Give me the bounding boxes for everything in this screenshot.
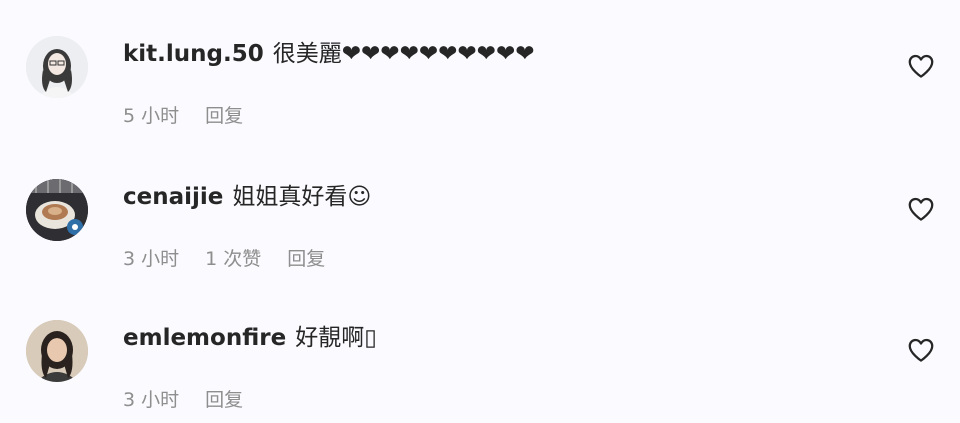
avatar-woman-light-icon bbox=[26, 36, 88, 98]
comment-meta: 5 小时 回复 bbox=[123, 104, 269, 128]
comment-text: 姐姐真好看☺ bbox=[232, 184, 372, 210]
heart-icon bbox=[908, 338, 934, 362]
like-button[interactable] bbox=[906, 51, 936, 81]
reply-button[interactable]: 回复 bbox=[205, 389, 243, 411]
avatar-woman-dark-icon bbox=[26, 320, 88, 382]
reply-button[interactable]: 回复 bbox=[205, 105, 243, 127]
comment-list: kit.lung.50 很美麗❤❤❤❤❤❤❤❤❤❤ 5 小时 回复 cenaij… bbox=[0, 0, 960, 423]
comment-username[interactable]: cenaijie bbox=[123, 184, 223, 210]
comment-meta: 3 小时 回复 bbox=[123, 388, 269, 412]
comment-time: 3 小时 bbox=[123, 389, 180, 411]
comment-line: kit.lung.50 很美麗❤❤❤❤❤❤❤❤❤❤ bbox=[123, 40, 534, 68]
heart-icon bbox=[908, 54, 934, 78]
comment-item: kit.lung.50 很美麗❤❤❤❤❤❤❤❤❤❤ 5 小时 回复 bbox=[0, 0, 960, 127]
avatar[interactable] bbox=[26, 320, 88, 382]
comment-line: emlemonfire 好靚啊▯ bbox=[123, 324, 377, 352]
comment-item: cenaijie 姐姐真好看☺ 3 小时 1 次赞 回复 bbox=[0, 143, 960, 270]
comment-time: 5 小时 bbox=[123, 105, 180, 127]
comment-username[interactable]: kit.lung.50 bbox=[123, 41, 264, 67]
comment-item: emlemonfire 好靚啊▯ 3 小时 回复 bbox=[0, 284, 960, 423]
comment-time: 3 小时 bbox=[123, 248, 180, 270]
like-button[interactable] bbox=[906, 335, 936, 365]
comment-meta: 3 小时 1 次赞 回复 bbox=[123, 247, 351, 271]
comment-text: 好靚啊▯ bbox=[295, 325, 377, 351]
avatar[interactable] bbox=[26, 36, 88, 98]
comment-username[interactable]: emlemonfire bbox=[123, 325, 286, 351]
avatar-coffee-cup-icon bbox=[26, 179, 88, 241]
heart-icon bbox=[908, 197, 934, 221]
comment-likes-count[interactable]: 1 次赞 bbox=[205, 248, 261, 270]
comment-line: cenaijie 姐姐真好看☺ bbox=[123, 183, 371, 211]
like-button[interactable] bbox=[906, 194, 936, 224]
reply-button[interactable]: 回复 bbox=[287, 248, 325, 270]
avatar[interactable] bbox=[26, 179, 88, 241]
comment-text: 很美麗❤❤❤❤❤❤❤❤❤❤ bbox=[272, 41, 535, 67]
